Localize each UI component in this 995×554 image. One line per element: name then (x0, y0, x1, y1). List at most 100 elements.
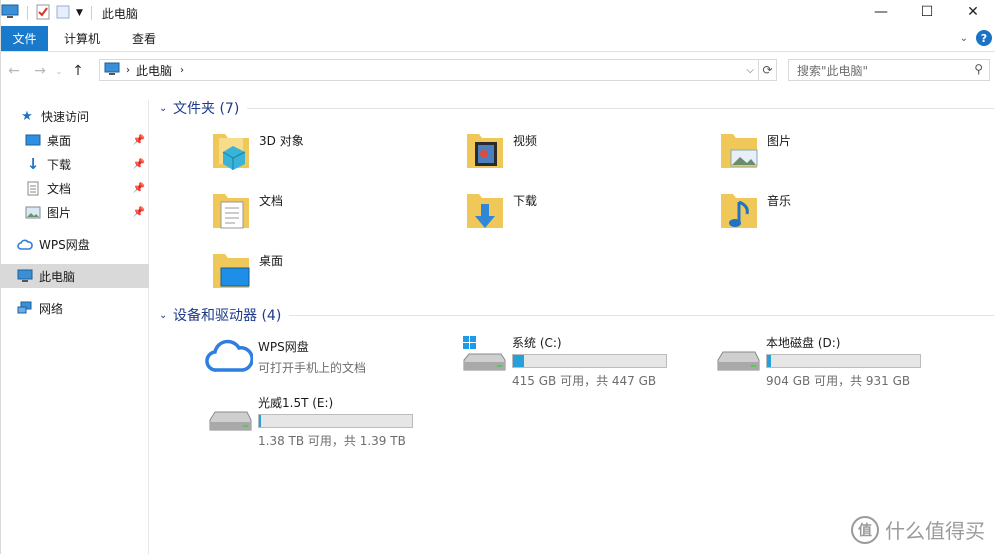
pictures-folder-icon (721, 134, 758, 168)
drive-free-space: 904 GB 可用，共 931 GB (766, 374, 911, 388)
drive-wps[interactable]: WPS网盘 可打开手机上的文档 (205, 338, 366, 376)
cloud-icon (17, 236, 33, 252)
drive-e[interactable]: 光威1.5T (E:) 1.38 TB 可用，共 1.39 TB (207, 394, 413, 449)
drive-usage-bar (512, 354, 667, 368)
nav-label: 此电脑 (39, 269, 76, 284)
pin-icon[interactable]: 📌 (133, 183, 145, 194)
star-icon: ★ (21, 108, 33, 124)
search-input[interactable]: 搜索"此电脑" ⚲ (788, 59, 990, 81)
window-title: 此电脑 (101, 6, 138, 21)
explorer-window: ▼ 此电脑 — ☐ ✕ 文件 计算机 查看 ⌄ ? ← → ⌄ ↑ › 此电脑 (0, 0, 995, 554)
folder-label: 视频 (513, 134, 538, 148)
refresh-button[interactable]: ⟳ (759, 59, 777, 81)
back-button[interactable]: ← (1, 63, 27, 79)
picture-icon (25, 204, 41, 220)
help-icon[interactable]: ? (976, 30, 992, 46)
drive-name: WPS网盘 (258, 340, 309, 354)
pin-icon[interactable]: 📌 (133, 135, 145, 146)
folder-label: 图片 (767, 134, 792, 148)
title-bar: ▼ 此电脑 — ☐ ✕ (1, 0, 995, 26)
nav-item-downloads[interactable]: ↓ 下载 📌 (1, 152, 149, 176)
minimize-button[interactable]: — (858, 0, 904, 24)
folder-music[interactable]: 音乐 (719, 188, 791, 232)
properties-icon[interactable] (36, 4, 50, 23)
drive-name: 系统 (C:) (512, 336, 562, 350)
maximize-button[interactable]: ☐ (904, 0, 950, 24)
pin-icon[interactable]: 📌 (133, 159, 145, 170)
documents-folder-icon (213, 194, 249, 229)
customize-toolbar-icon[interactable]: ▼ (76, 8, 83, 18)
folder-label: 文档 (259, 194, 284, 208)
folder-3d-objects[interactable]: 3D 对象 (211, 128, 304, 172)
nav-label: 文档 (47, 181, 72, 196)
drive-usage-fill (259, 415, 262, 427)
system-drive-icon (463, 336, 506, 371)
group-header-folders[interactable]: ⌄ 文件夹 (7) (159, 98, 994, 118)
hard-drive-icon (209, 411, 252, 431)
close-button[interactable]: ✕ (950, 0, 995, 24)
breadcrumb-separator-icon[interactable]: › (126, 65, 130, 76)
up-button[interactable]: ↑ (65, 63, 91, 79)
tab-view[interactable]: 查看 (116, 26, 172, 51)
nav-label: 图片 (47, 205, 72, 220)
downloads-folder-icon (467, 194, 503, 228)
nav-item-pictures[interactable]: 图片 📌 (1, 200, 149, 224)
navigation-bar: ← → ⌄ ↑ › 此电脑 › ⌵ ⟳ 搜索"此电脑" ⚲ (1, 56, 995, 86)
download-arrow-icon: ↓ (26, 155, 40, 173)
pin-icon[interactable]: 📌 (133, 207, 145, 218)
nav-label: 网络 (39, 301, 64, 316)
folder-videos[interactable]: 视频 (465, 128, 537, 172)
computer-icon (104, 62, 120, 79)
drive-name: 光威1.5T (E:) (258, 396, 334, 410)
tab-file[interactable]: 文件 (1, 26, 48, 51)
folder-label: 桌面 (259, 254, 284, 268)
group-header-devices[interactable]: ⌄ 设备和驱动器 (4) (159, 305, 994, 325)
watermark-text: 什么值得买 (885, 519, 985, 543)
drive-name: 本地磁盘 (D:) (766, 336, 841, 350)
drive-subtitle: 可打开手机上的文档 (258, 361, 367, 375)
document-icon (25, 180, 41, 196)
breadcrumb[interactable]: 此电脑 (136, 62, 172, 79)
navigation-pane: ★ 快速访问 桌面 📌 ↓ 下载 📌 文档 📌 图片 📌 WPS网盘 此电脑 网… (1, 100, 149, 554)
folder-label: 音乐 (767, 194, 792, 208)
folder-downloads[interactable]: 下载 (465, 188, 537, 232)
tab-computer[interactable]: 计算机 (48, 26, 116, 51)
recent-locations-button[interactable]: ⌄ (53, 67, 65, 76)
watermark-badge: 值 (851, 515, 879, 544)
nav-label: 下载 (47, 157, 72, 172)
forward-button[interactable]: → (27, 63, 53, 79)
nav-item-documents[interactable]: 文档 📌 (1, 176, 149, 200)
nav-item-desktop[interactable]: 桌面 📌 (1, 128, 149, 152)
nav-quick-access[interactable]: ★ 快速访问 (1, 104, 149, 128)
3d-objects-folder-icon (213, 134, 249, 170)
search-placeholder: 搜索"此电脑" (797, 63, 869, 78)
nav-item-network[interactable]: 网络 (1, 296, 149, 320)
collapse-chevron-icon[interactable]: ⌄ (159, 103, 173, 114)
address-bar[interactable]: › 此电脑 › ⌵ (99, 59, 759, 81)
drive-d[interactable]: 本地磁盘 (D:) 904 GB 可用，共 931 GB (715, 334, 921, 389)
videos-folder-icon (467, 134, 503, 168)
nav-item-wps[interactable]: WPS网盘 (1, 232, 149, 256)
ribbon-tabs: 文件 计算机 查看 ⌄ ? (1, 26, 995, 52)
drive-c[interactable]: 系统 (C:) 415 GB 可用，共 447 GB (461, 334, 667, 389)
folder-documents[interactable]: 文档 (211, 188, 283, 232)
breadcrumb-separator-icon[interactable]: › (180, 65, 184, 76)
folder-label: 下载 (513, 194, 538, 208)
drive-free-space: 415 GB 可用，共 447 GB (512, 374, 657, 388)
new-folder-icon[interactable] (56, 4, 70, 23)
address-dropdown-icon[interactable]: ⌵ (746, 65, 754, 76)
nav-item-this-pc[interactable]: 此电脑 (1, 264, 149, 288)
drive-usage-bar (258, 414, 413, 428)
drive-usage-fill (513, 355, 525, 367)
drive-free-space: 1.38 TB 可用，共 1.39 TB (258, 434, 406, 448)
group-title: 设备和驱动器 (4) (173, 308, 282, 324)
network-icon (17, 300, 33, 316)
expand-ribbon-icon[interactable]: ⌄ (960, 33, 968, 44)
folder-pictures[interactable]: 图片 (719, 128, 791, 172)
folder-desktop[interactable]: 桌面 (211, 248, 283, 292)
search-icon[interactable]: ⚲ (974, 62, 983, 76)
collapse-chevron-icon[interactable]: ⌄ (159, 310, 173, 321)
nav-label: 桌面 (47, 133, 72, 148)
nav-label: WPS网盘 (39, 237, 90, 252)
drive-usage-fill (767, 355, 772, 367)
